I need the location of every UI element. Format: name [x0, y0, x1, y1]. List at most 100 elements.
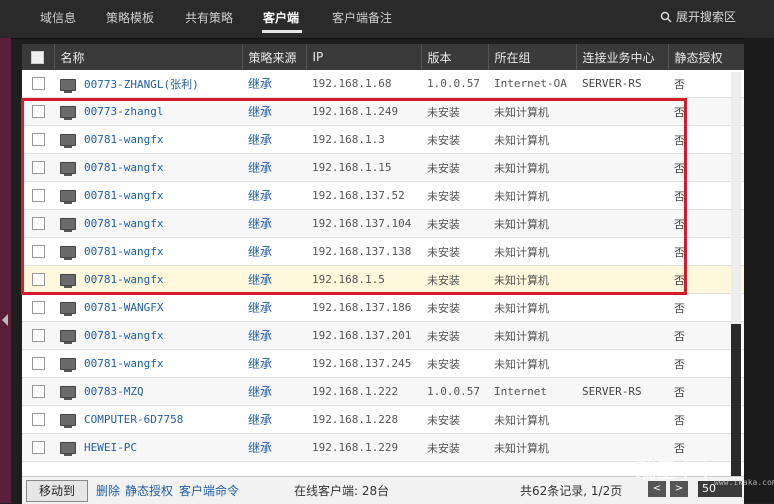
row-checkbox[interactable]: [31, 357, 45, 371]
table-cell: [22, 433, 54, 462]
table-row[interactable]: 00781-wangfx 继承 192.168.137.201 未安装 未知计算机 否: [22, 321, 744, 350]
policy-source-link[interactable]: 继承: [248, 357, 272, 371]
client-name-link[interactable]: 00781-WANGFX: [84, 301, 163, 314]
table-cell: 未安装: [421, 237, 488, 266]
tab-client[interactable]: 客户端: [263, 9, 299, 26]
left-collapse-strip[interactable]: [0, 38, 11, 503]
table-cell: 00783-MZQ: [54, 377, 242, 406]
client-name-link[interactable]: COMPUTER-6D7758: [84, 413, 183, 426]
column-header-version[interactable]: 版本: [420, 44, 488, 70]
tab-shared-policy[interactable]: 共有策略: [185, 9, 233, 26]
table-cell: 未安装: [421, 181, 488, 210]
column-header-name[interactable]: 名称: [53, 44, 242, 70]
row-checkbox[interactable]: [31, 385, 45, 399]
table-cell: [22, 209, 54, 238]
expand-search-button[interactable]: 展开搜索区: [660, 8, 736, 25]
policy-source-link[interactable]: 继承: [248, 161, 272, 175]
group-cell: 未知计算机: [494, 217, 549, 231]
computer-icon: [60, 274, 76, 288]
tab-policy-template[interactable]: 策略模板: [106, 9, 154, 26]
client-name-link[interactable]: 00781-wangfx: [84, 245, 163, 258]
select-all-checkbox[interactable]: [31, 51, 45, 64]
policy-source-link[interactable]: 继承: [248, 273, 272, 287]
table-cell: 192.168.1.3: [306, 125, 421, 154]
row-checkbox[interactable]: [31, 301, 45, 315]
client-name-link[interactable]: 00781-wangfx: [84, 357, 163, 370]
client-name-link[interactable]: 00781-wangfx: [84, 161, 163, 174]
client-name-link[interactable]: 00783-MZQ: [84, 385, 144, 398]
policy-source-link[interactable]: 继承: [248, 133, 272, 147]
row-checkbox[interactable]: [31, 77, 45, 91]
row-checkbox[interactable]: [31, 189, 45, 203]
table-row[interactable]: 00783-MZQ 继承 192.168.1.222 1.0.0.57 Internet…: [22, 377, 744, 406]
table-row[interactable]: 00781-wangfx 继承 192.168.1.5 未安装 未知计算机 否: [22, 265, 744, 294]
row-checkbox[interactable]: [31, 413, 45, 427]
table-cell: 00781-WANGFX: [54, 293, 242, 322]
client-name-link[interactable]: 00781-wangfx: [84, 273, 163, 286]
row-checkbox[interactable]: [31, 245, 45, 259]
policy-source-link[interactable]: 继承: [248, 77, 272, 91]
ip-cell: 192.168.137.104: [312, 217, 412, 230]
table-cell: 继承: [242, 209, 306, 238]
table-cell: 继承: [242, 237, 306, 266]
policy-source-link[interactable]: 继承: [248, 217, 272, 231]
table-row[interactable]: 00781-wangfx 继承 192.168.137.52 未安装 未知计算机 否: [22, 181, 744, 210]
policy-source-link[interactable]: 继承: [248, 413, 272, 427]
tab-domain-info[interactable]: 域信息: [40, 9, 76, 26]
ip-cell: 192.168.1.222: [312, 385, 399, 398]
table-cell: 192.168.1.228: [306, 405, 421, 434]
table-cell: 192.168.137.138: [306, 237, 421, 266]
row-checkbox[interactable]: [31, 273, 45, 287]
table-row[interactable]: 00781-wangfx 继承 192.168.137.138 未安装 未知计算机 否: [22, 237, 744, 266]
table-cell: 继承: [242, 349, 306, 378]
table-row[interactable]: 00773-ZHANGL(张利) 继承 192.168.1.68 1.0.0.57 In…: [22, 70, 744, 98]
row-checkbox[interactable]: [31, 105, 45, 119]
table-cell: 00773-ZHANGL(张利): [54, 70, 242, 98]
policy-source-link[interactable]: 继承: [248, 329, 272, 343]
static-auth-link[interactable]: 静态授权: [125, 482, 173, 499]
policy-source-link[interactable]: 继承: [248, 441, 272, 455]
policy-source-link[interactable]: 继承: [248, 105, 272, 119]
policy-source-link[interactable]: 继承: [248, 385, 272, 399]
client-name-link[interactable]: 00781-wangfx: [84, 217, 163, 230]
static-auth-cell: 否: [674, 133, 685, 147]
client-name-link[interactable]: 00773-ZHANGL(张利): [84, 78, 199, 91]
column-header-group[interactable]: 所在组: [487, 44, 576, 70]
policy-source-link[interactable]: 继承: [248, 189, 272, 203]
table-row[interactable]: 00781-wangfx 继承 192.168.1.3 未安装 未知计算机 否: [22, 125, 744, 154]
table-cell: [576, 209, 668, 238]
row-checkbox[interactable]: [31, 441, 45, 455]
delete-link[interactable]: 删除: [96, 482, 120, 499]
table-row[interactable]: 00781-wangfx 继承 192.168.137.104 未安装 未知计算机 否: [22, 209, 744, 238]
table-row[interactable]: 00781-WANGFX 继承 192.168.137.186 未安装 未知计算机 否: [22, 293, 744, 322]
client-name-link[interactable]: 00781-wangfx: [84, 189, 163, 202]
column-header-server[interactable]: 连接业务中心: [575, 44, 668, 70]
table-row[interactable]: 00773-zhangl 继承 192.168.1.249 未安装 未知计算机 否: [22, 97, 744, 126]
static-auth-cell: 否: [674, 357, 685, 371]
client-name-link[interactable]: HEWEI-PC: [84, 441, 137, 454]
tab-client-notes[interactable]: 客户端备注: [332, 9, 392, 26]
table-cell: 1.0.0.57: [421, 377, 488, 406]
policy-source-link[interactable]: 继承: [248, 245, 272, 259]
column-header-source[interactable]: 策略来源: [241, 44, 306, 70]
client-name-link[interactable]: 00781-wangfx: [84, 133, 163, 146]
row-checkbox[interactable]: [31, 161, 45, 175]
client-name-link[interactable]: 00773-zhangl: [84, 105, 163, 118]
table-cell: 00781-wangfx: [54, 125, 242, 154]
table-row[interactable]: COMPUTER-6D7758 继承 192.168.1.228 未安装 未知计算机 否: [22, 405, 744, 434]
collapse-left-icon[interactable]: [2, 314, 8, 326]
column-header-static-auth[interactable]: 静态授权: [667, 44, 744, 70]
move-to-button[interactable]: 移动到: [26, 480, 88, 502]
table-row[interactable]: 00781-wangfx 继承 192.168.1.15 未安装 未知计算机 否: [22, 153, 744, 182]
row-checkbox[interactable]: [31, 133, 45, 147]
table-cell: [22, 293, 54, 322]
row-checkbox[interactable]: [31, 217, 45, 231]
policy-source-link[interactable]: 继承: [248, 301, 272, 315]
table-cell: 未安装: [421, 125, 488, 154]
client-command-link[interactable]: 客户端命令: [179, 482, 239, 499]
client-name-link[interactable]: 00781-wangfx: [84, 329, 163, 342]
row-checkbox[interactable]: [31, 329, 45, 343]
column-header-ip[interactable]: IP: [305, 44, 421, 70]
table-cell: [22, 97, 54, 126]
table-row[interactable]: 00781-wangfx 继承 192.168.137.245 未安装 未知计算机 否: [22, 349, 744, 378]
